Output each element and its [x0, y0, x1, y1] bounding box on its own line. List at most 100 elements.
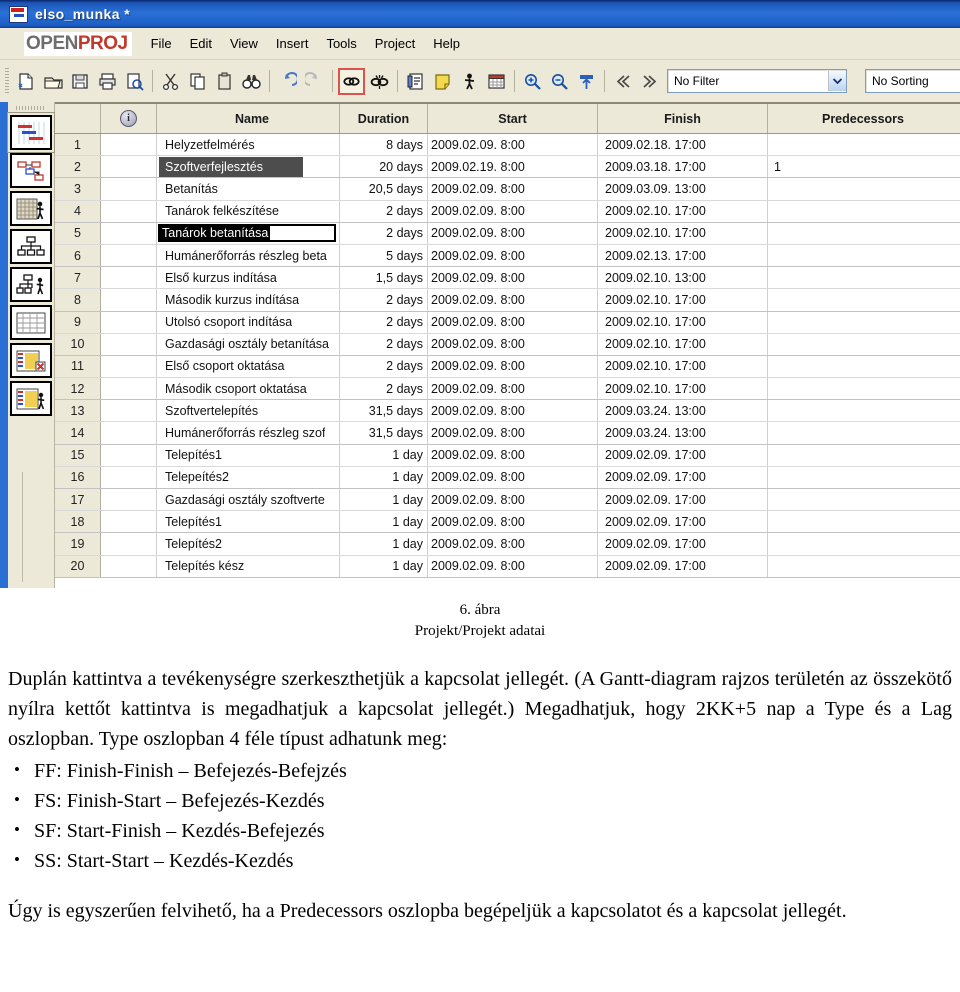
task-name-cell[interactable]: Humánerőforrás részleg beta: [157, 244, 340, 267]
row-indicator-cell[interactable]: [101, 466, 157, 488]
row-number-cell[interactable]: 17: [55, 489, 101, 511]
row-indicator-cell[interactable]: [101, 555, 157, 577]
task-name-cell[interactable]: Gazdasági osztály betanítása: [157, 333, 340, 355]
row-indicator-cell[interactable]: [101, 333, 157, 355]
task-finish-cell[interactable]: 2009.02.09. 17:00: [598, 511, 768, 533]
row-number-cell[interactable]: 20: [55, 555, 101, 577]
task-name-cell[interactable]: Tanárok betanítása: [157, 222, 340, 244]
table-row[interactable]: 6 Humánerőforrás részleg beta 5 days 2009.0…: [55, 244, 960, 268]
table-row[interactable]: 16 Telepeítés2 1 day 2009.02.09. 8:00 2009.0…: [55, 466, 960, 489]
task-name-cell[interactable]: Első csoport oktatása: [157, 355, 340, 378]
task-predecessors-cell[interactable]: [768, 334, 958, 355]
table-row[interactable]: 17 Gazdasági osztály szoftverte 1 day 2009.…: [55, 489, 960, 512]
table-row[interactable]: 5 Tanárok betanítása 2 days 2009.02.09. 8:0…: [55, 222, 960, 245]
task-notes-icon[interactable]: [430, 69, 455, 94]
task-name-cell[interactable]: Utolsó csoport indítása: [157, 311, 340, 333]
task-start-cell[interactable]: 2009.02.09. 8:00: [428, 555, 598, 577]
row-indicator-cell[interactable]: [101, 489, 157, 511]
task-predecessors-cell[interactable]: [768, 178, 958, 199]
task-duration-cell[interactable]: 1 day: [340, 533, 428, 555]
resource-sheet-view-icon[interactable]: [10, 305, 52, 340]
task-start-cell[interactable]: 2009.02.09. 8:00: [428, 200, 598, 222]
indent-icon[interactable]: [637, 69, 662, 94]
link-tasks-icon[interactable]: [338, 67, 365, 95]
task-duration-cell[interactable]: 2 days: [340, 333, 428, 355]
task-name-input[interactable]: Tanárok betanítása: [158, 223, 336, 242]
sorting-dropdown[interactable]: No Sorting: [865, 69, 960, 93]
task-duration-cell[interactable]: 2 days: [340, 289, 428, 311]
row-number-cell[interactable]: 6: [55, 244, 101, 267]
task-name-cell[interactable]: Betanítás: [157, 178, 340, 200]
task-finish-cell[interactable]: 2009.02.10. 13:00: [598, 267, 768, 289]
task-finish-cell[interactable]: 2009.02.10. 17:00: [598, 333, 768, 355]
task-name-cell[interactable]: Telepítés1: [157, 444, 340, 466]
task-duration-cell[interactable]: 1,5 days: [340, 267, 428, 289]
column-header-finish[interactable]: Finish: [598, 104, 768, 133]
task-predecessors-cell[interactable]: [768, 489, 958, 510]
task-finish-cell[interactable]: 2009.03.24. 13:00: [598, 422, 768, 444]
menu-item-file[interactable]: File: [142, 34, 181, 53]
row-number-cell[interactable]: 18: [55, 511, 101, 533]
row-number-cell[interactable]: 7: [55, 267, 101, 289]
row-number-cell[interactable]: 12: [55, 378, 101, 400]
task-predecessors-cell[interactable]: [768, 134, 958, 155]
task-finish-cell[interactable]: 2009.02.18. 17:00: [598, 134, 768, 156]
row-number-cell[interactable]: 15: [55, 444, 101, 466]
task-start-cell[interactable]: 2009.02.09. 8:00: [428, 333, 598, 355]
row-indicator-cell[interactable]: [101, 311, 157, 333]
row-number-cell[interactable]: 3: [55, 178, 101, 200]
table-row[interactable]: 19 Telepítés2 1 day 2009.02.09. 8:00 2009.02…: [55, 533, 960, 556]
zoom-in-icon[interactable]: [520, 69, 545, 94]
viewbar-drag-grip[interactable]: [16, 106, 46, 110]
task-predecessors-cell[interactable]: [768, 400, 958, 421]
row-indicator-cell[interactable]: [101, 378, 157, 400]
task-name-editor[interactable]: Tanárok betanítása: [158, 223, 339, 244]
task-finish-cell[interactable]: 2009.02.09. 17:00: [598, 444, 768, 466]
row-indicator-cell[interactable]: [101, 178, 157, 200]
task-predecessors-cell[interactable]: [768, 511, 958, 532]
row-number-cell[interactable]: 10: [55, 333, 101, 355]
task-predecessors-cell[interactable]: [768, 422, 958, 443]
menu-item-edit[interactable]: Edit: [181, 34, 221, 53]
row-indicator-cell[interactable]: [101, 156, 157, 178]
task-predecessors-cell[interactable]: [768, 267, 958, 288]
table-row[interactable]: 8 Második kurzus indítása 2 days 2009.02.09…: [55, 289, 960, 312]
row-indicator-cell[interactable]: [101, 444, 157, 466]
task-duration-cell[interactable]: 1 day: [340, 489, 428, 511]
row-number-cell[interactable]: 11: [55, 355, 101, 378]
task-finish-cell[interactable]: 2009.02.09. 17:00: [598, 533, 768, 555]
row-number-cell[interactable]: 5: [55, 222, 101, 244]
task-name-cell[interactable]: Első kurzus indítása: [157, 267, 340, 289]
calendar-icon[interactable]: [484, 69, 509, 94]
task-finish-cell[interactable]: 2009.02.09. 17:00: [598, 466, 768, 488]
new-document-icon[interactable]: [14, 69, 39, 94]
task-duration-cell[interactable]: 31,5 days: [340, 400, 428, 422]
task-predecessors-cell[interactable]: [768, 556, 958, 577]
table-row[interactable]: 13 Szoftvertelepítés 31,5 days 2009.02.09. …: [55, 400, 960, 423]
column-header-start[interactable]: Start: [428, 104, 598, 133]
column-header-predecessors[interactable]: Predecessors: [768, 104, 958, 133]
task-predecessors-cell[interactable]: [768, 445, 958, 466]
task-finish-cell[interactable]: 2009.02.09. 17:00: [598, 555, 768, 577]
task-name-cell[interactable]: Második csoport oktatása: [157, 378, 340, 400]
table-row[interactable]: 15 Telepítés1 1 day 2009.02.09. 8:00 2009.02…: [55, 444, 960, 467]
column-header-name[interactable]: Name: [157, 104, 340, 133]
row-number-cell[interactable]: 2: [55, 156, 101, 178]
task-finish-cell[interactable]: 2009.03.18. 17:00: [598, 156, 768, 178]
task-predecessors-cell[interactable]: [768, 467, 958, 488]
table-row[interactable]: 18 Telepítés1 1 day 2009.02.09. 8:00 2009.02…: [55, 511, 960, 534]
toolbar-drag-grip[interactable]: [5, 68, 9, 94]
table-row[interactable]: 7 Első kurzus indítása 1,5 days 2009.02.09.…: [55, 267, 960, 290]
row-number-cell[interactable]: 9: [55, 311, 101, 333]
task-start-cell[interactable]: 2009.02.09. 8:00: [428, 289, 598, 311]
assign-resources-icon[interactable]: [457, 69, 482, 94]
task-finish-cell[interactable]: 2009.02.10. 17:00: [598, 289, 768, 311]
task-predecessors-cell[interactable]: [768, 223, 958, 244]
row-indicator-cell[interactable]: [101, 222, 157, 244]
task-duration-cell[interactable]: 1 day: [340, 466, 428, 488]
task-name-cell[interactable]: Gazdasági osztály szoftverte: [157, 489, 340, 511]
task-predecessors-cell[interactable]: [768, 201, 958, 222]
task-duration-cell[interactable]: 31,5 days: [340, 422, 428, 444]
menu-item-view[interactable]: View: [221, 34, 267, 53]
row-number-cell[interactable]: 19: [55, 533, 101, 555]
